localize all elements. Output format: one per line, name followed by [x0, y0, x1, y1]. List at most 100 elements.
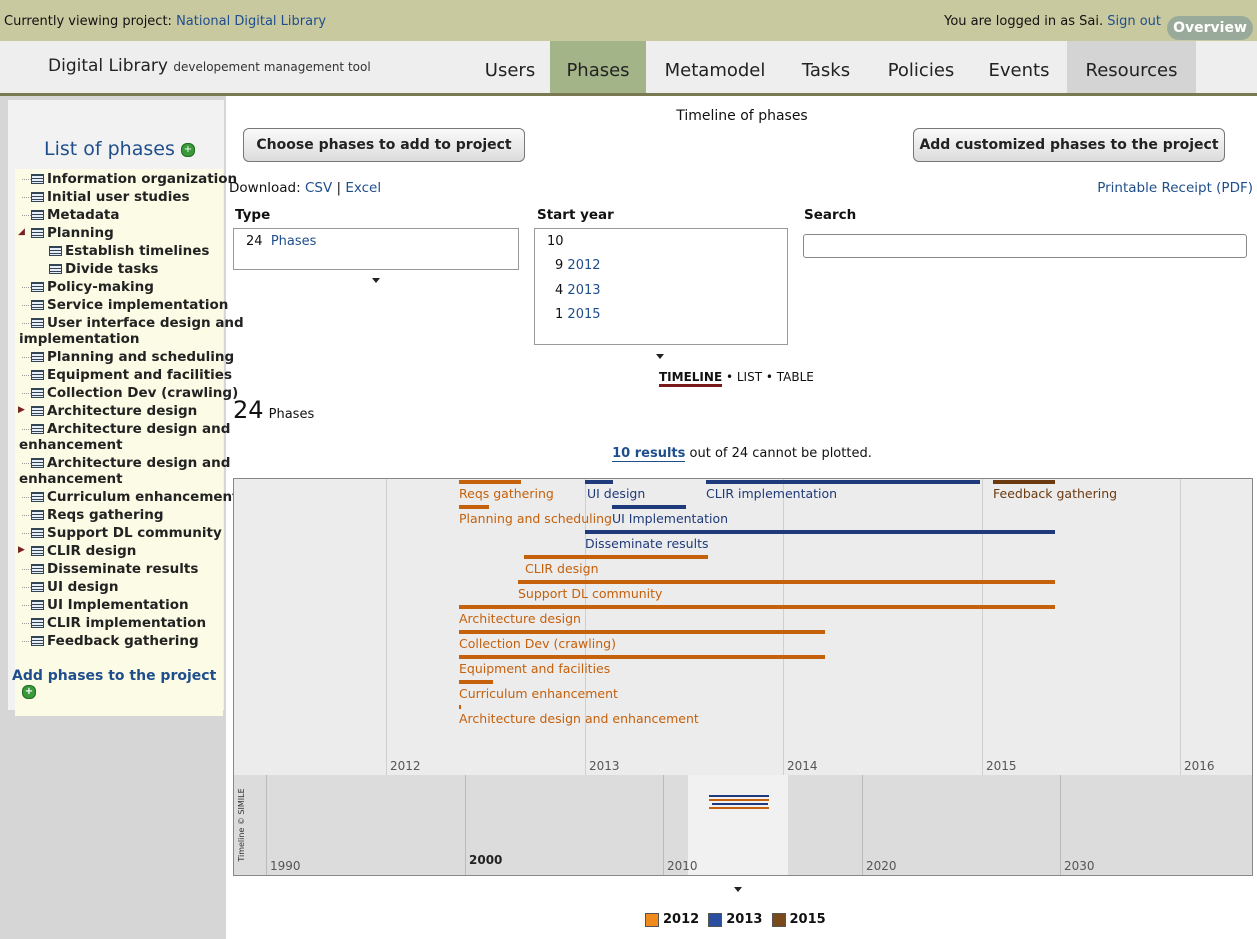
event-label[interactable]: Curriculum enhancement — [459, 686, 618, 701]
nav-users[interactable]: Users — [470, 41, 550, 93]
tree-item[interactable]: CLIR implementation — [31, 615, 206, 631]
event-bar[interactable] — [518, 580, 1055, 584]
tree-item[interactable]: Policy-making — [31, 279, 154, 295]
overview-button[interactable]: Overview — [1167, 16, 1253, 40]
results-link[interactable]: 10 results — [612, 446, 686, 462]
add-phases-text[interactable]: Add phases to the project — [12, 668, 216, 684]
download-label: Download: — [229, 180, 301, 196]
add-customized-phases-button[interactable]: Add customized phases to the project — [913, 128, 1225, 162]
event-label[interactable]: Feedback gathering — [993, 486, 1117, 501]
tree-item[interactable]: Metadata — [31, 207, 120, 223]
nav-resources[interactable]: Resources — [1067, 41, 1196, 93]
list-icon — [31, 228, 44, 238]
event-bar[interactable] — [524, 555, 708, 559]
event-bar[interactable] — [585, 480, 613, 484]
tree-item[interactable]: Architecture design and — [31, 421, 230, 437]
event-bar[interactable] — [459, 605, 1055, 609]
timeline-band[interactable]: 2012 2013 2014 2015 2016 Reqs gathering … — [233, 478, 1253, 776]
tree-item[interactable]: Reqs gathering — [31, 507, 164, 523]
tree-item-child[interactable]: Divide tasks — [49, 261, 158, 277]
tree-item-child[interactable]: Establish timelines — [49, 243, 209, 259]
tree-item[interactable]: Collection Dev (crawling) — [31, 385, 238, 401]
type-dropdown-icon[interactable] — [372, 278, 380, 283]
event-label[interactable]: Architecture design — [459, 611, 581, 626]
event-label[interactable]: Collection Dev (crawling) — [459, 636, 616, 651]
tree-item[interactable]: UI design — [31, 579, 118, 595]
phase-count-word: Phases — [268, 407, 315, 422]
event-label[interactable]: UI design — [587, 486, 645, 501]
tree-item[interactable]: User interface design and — [31, 315, 244, 331]
timeline-overview-band[interactable]: 1990 2000 2010 2020 2030 Timeline © SIMI… — [233, 775, 1253, 876]
nav-metamodel[interactable]: Metamodel — [648, 41, 782, 93]
expanded-arrow-icon[interactable]: ◢ — [18, 227, 25, 237]
add-circle-icon[interactable]: + — [180, 142, 195, 157]
project-link[interactable]: National Digital Library — [176, 14, 326, 29]
event-label[interactable]: Disseminate results — [585, 536, 709, 551]
tree-item[interactable]: Architecture design — [31, 403, 197, 419]
year-label: 2012 — [390, 759, 421, 773]
nav-policies[interactable]: Policies — [870, 41, 972, 93]
add-circle-icon[interactable]: + — [22, 685, 36, 699]
overview-highlight[interactable] — [688, 775, 788, 875]
tree-item[interactable]: Support DL community — [31, 525, 222, 541]
tree-item-wrap[interactable]: enhancement — [19, 437, 123, 453]
printable-receipt-link[interactable]: Printable Receipt (PDF) — [1097, 180, 1253, 196]
sign-out-link[interactable]: Sign out — [1107, 14, 1161, 29]
nav-phases[interactable]: Phases — [550, 41, 646, 93]
tree-item[interactable]: Planning — [31, 225, 114, 241]
event-bar[interactable] — [459, 505, 489, 509]
event-bar[interactable] — [993, 480, 1055, 484]
tree-item[interactable]: Service implementation — [31, 297, 228, 313]
view-timeline-tab[interactable]: TIMELINE — [659, 370, 723, 387]
view-list-tab[interactable]: LIST — [737, 370, 762, 384]
event-label[interactable]: UI Implementation — [612, 511, 728, 526]
choose-phases-button[interactable]: Choose phases to add to project — [243, 128, 525, 162]
collapsed-arrow-icon[interactable]: ▶ — [18, 545, 25, 555]
tree-item[interactable]: UI Implementation — [31, 597, 189, 613]
view-table-tab[interactable]: TABLE — [777, 370, 814, 384]
event-bar[interactable] — [706, 480, 980, 484]
event-label[interactable]: Planning and scheduling — [459, 511, 612, 526]
nav-events[interactable]: Events — [972, 41, 1066, 93]
tree-item[interactable]: Planning and scheduling — [31, 349, 234, 365]
tree-item[interactable]: Architecture design and — [31, 455, 230, 471]
type-facet-row[interactable]: 24 Phases — [246, 234, 316, 249]
event-bar[interactable] — [585, 530, 1055, 534]
tree-item[interactable]: CLIR design — [31, 543, 136, 559]
add-phases-link[interactable]: Add phases to the project + — [12, 668, 226, 700]
tree-item[interactable]: Equipment and facilities — [31, 367, 232, 383]
start-year-row[interactable]: 1 2015 — [555, 307, 601, 322]
start-year-row[interactable]: 9 2012 — [555, 258, 601, 273]
tree-item[interactable]: Information organization — [31, 171, 237, 187]
start-year-row[interactable]: 4 2013 — [555, 283, 601, 298]
event-bar[interactable] — [459, 630, 825, 634]
tree-item-wrap[interactable]: implementation — [19, 331, 140, 347]
event-bar[interactable] — [459, 705, 461, 709]
timeline-dropdown-icon[interactable] — [734, 887, 742, 892]
start-year-row[interactable]: 10 — [547, 234, 564, 249]
event-label[interactable]: Reqs gathering — [459, 486, 554, 501]
list-icon — [31, 600, 44, 610]
tree-item[interactable]: Feedback gathering — [31, 633, 199, 649]
event-label[interactable]: CLIR design — [525, 561, 599, 576]
event-bar[interactable] — [459, 480, 521, 484]
phase-tree: Information organization Initial user st… — [15, 169, 244, 716]
nav-tasks[interactable]: Tasks — [782, 41, 870, 93]
event-label[interactable]: Equipment and facilities — [459, 661, 610, 676]
tree-item[interactable]: Curriculum enhancement — [31, 489, 239, 505]
collapsed-arrow-icon[interactable]: ▶ — [18, 405, 25, 415]
event-bar[interactable] — [459, 655, 825, 659]
event-label[interactable]: CLIR implementation — [706, 486, 837, 501]
search-input[interactable] — [803, 234, 1247, 258]
event-bar[interactable] — [612, 505, 686, 509]
tree-item[interactable]: Disseminate results — [31, 561, 198, 577]
event-bar[interactable] — [459, 680, 493, 684]
csv-link[interactable]: CSV — [305, 180, 332, 196]
tree-item[interactable]: Initial user studies — [31, 189, 190, 205]
start-year-dropdown-icon[interactable] — [656, 354, 664, 359]
excel-link[interactable]: Excel — [345, 180, 381, 196]
event-label[interactable]: Architecture design and enhancement — [459, 711, 699, 726]
list-icon — [31, 582, 44, 592]
tree-item-wrap[interactable]: enhancement — [19, 471, 123, 487]
event-label[interactable]: Support DL community — [518, 586, 662, 601]
